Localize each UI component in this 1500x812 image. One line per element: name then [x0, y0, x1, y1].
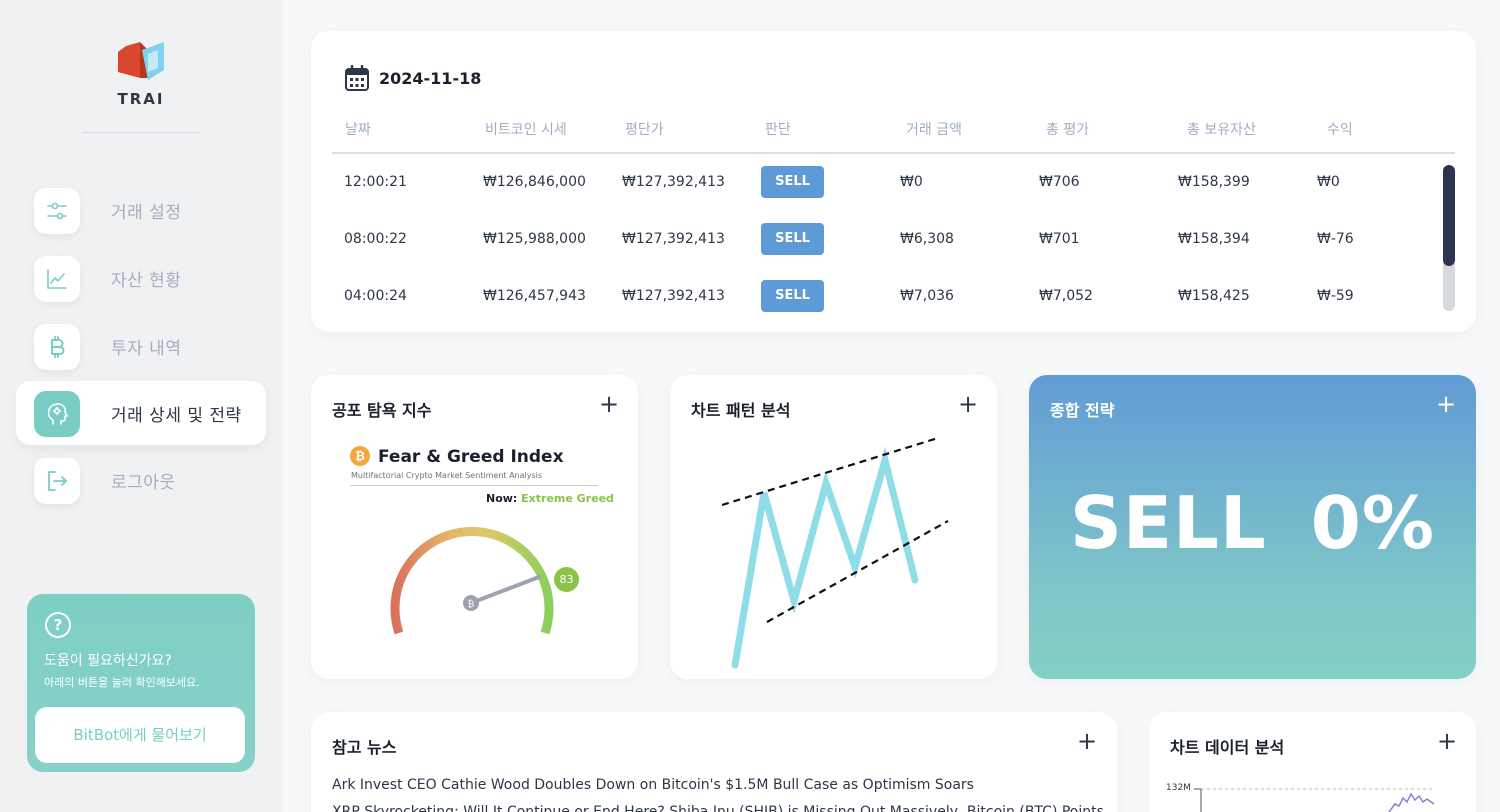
expand-plus-button[interactable]: + [597, 392, 621, 417]
fear-greed-value-badge: 83 [554, 567, 579, 592]
strategy-percent: 0% [1310, 481, 1436, 565]
line-chart-icon [34, 256, 80, 302]
sliders-icon [34, 188, 80, 234]
expand-plus-button[interactable]: + [1434, 392, 1458, 417]
cell-avg-price: ₩127,392,413 [622, 231, 725, 247]
cell-time: 12:00:21 [344, 174, 407, 190]
column-header: 총 평가 [1046, 122, 1090, 138]
card-title: 종합 전략 [1050, 401, 1115, 420]
chart-data-card: 차트 데이터 분석 + 132M [1149, 712, 1476, 812]
sidebar-item-logout[interactable]: 로그아웃 [16, 448, 266, 512]
cell-valuation: ₩706 [1039, 174, 1080, 190]
news-card: 참고 뉴스 + Ark Invest CEO Cathie Wood Doubl… [311, 712, 1117, 812]
column-header: 판단 [765, 122, 791, 138]
chart-pattern-card: 차트 패턴 분석 + [670, 375, 997, 679]
logout-icon [34, 458, 80, 504]
help-card: ? 도움이 필요하신가요? 아래의 버튼을 눌러 확인해보세요. BitBot에… [27, 594, 255, 772]
column-header: 총 보유자산 [1187, 122, 1256, 138]
decision-badge: SELL [761, 280, 824, 312]
help-title: 도움이 필요하신가요? [44, 653, 172, 669]
cell-amount: ₩0 [900, 174, 923, 190]
price-mini-chart [1194, 788, 1435, 812]
brain-head-icon [34, 391, 80, 437]
news-item[interactable]: Ark Invest CEO Cathie Wood Doubles Down … [332, 777, 974, 793]
calendar-icon [345, 65, 369, 91]
sidebar-item-label: 자산 현황 [111, 271, 182, 291]
sidebar-item-label: 투자 내역 [111, 339, 182, 359]
rising-wedge-pattern-diagram [721, 436, 949, 669]
cell-amount: ₩6,308 [900, 231, 954, 247]
sidebar-item-assets[interactable]: 자산 현황 [16, 246, 266, 310]
column-header: 평단가 [625, 122, 664, 138]
sidebar-item-label: 로그아웃 [111, 473, 176, 493]
column-header: 날짜 [345, 122, 371, 138]
expand-plus-button[interactable]: + [1075, 729, 1099, 754]
cell-time: 08:00:22 [344, 231, 407, 247]
table-header-divider [332, 152, 1455, 154]
now-value: Extreme Greed [521, 492, 614, 505]
svg-text:₿: ₿ [468, 599, 475, 610]
cell-valuation: ₩701 [1039, 231, 1080, 247]
cell-assets: ₩158,425 [1178, 288, 1250, 304]
cell-profit: ₩-76 [1317, 231, 1354, 247]
column-header: 거래 금액 [906, 122, 962, 138]
cell-price: ₩126,846,000 [483, 174, 586, 190]
cell-price: ₩125,988,000 [483, 231, 586, 247]
fear-greed-index-subtitle: Multifactorial Crypto Market Sentiment A… [351, 471, 543, 480]
ask-bitbot-button[interactable]: BitBot에게 물어보기 [35, 707, 245, 763]
date-row: 2024-11-18 [345, 65, 481, 91]
sidebar-divider [82, 132, 200, 133]
fear-greed-now: Now: Extreme Greed [486, 492, 614, 505]
cell-time: 04:00:24 [344, 288, 407, 304]
table-scrollbar-thumb[interactable] [1443, 165, 1455, 266]
question-icon: ? [45, 612, 71, 638]
cell-amount: ₩7,036 [900, 288, 954, 304]
cell-avg-price: ₩127,392,413 [622, 174, 725, 190]
cell-profit: ₩0 [1317, 174, 1340, 190]
decision-badge: SELL [761, 166, 824, 198]
cell-valuation: ₩7,052 [1039, 288, 1093, 304]
news-item[interactable]: XRP Skyrocketing: Will It Continue or En… [332, 804, 1104, 812]
strategy-action: SELL [1069, 481, 1267, 565]
fear-greed-gauge: ₿ [390, 527, 554, 635]
column-header: 비트코인 시세 [485, 122, 567, 138]
cell-assets: ₩158,399 [1178, 174, 1250, 190]
trade-history-card: 2024-11-18 날짜 비트코인 시세 평단가 판단 거래 금액 총 평가 … [311, 31, 1476, 332]
strategy-summary: SELL 0% [1029, 481, 1476, 565]
bitcoin-icon [34, 324, 80, 370]
fear-greed-index-title: Fear & Greed Index [378, 447, 564, 467]
selected-date[interactable]: 2024-11-18 [379, 69, 481, 88]
cell-avg-price: ₩127,392,413 [622, 288, 725, 304]
overall-strategy-card: 종합 전략 + SELL 0% [1029, 375, 1476, 679]
cell-price: ₩126,457,943 [483, 288, 586, 304]
sidebar: TRAI 거래 설정 자산 현황 투자 내역 거래 상세 및 전략 로그아웃 ?… [0, 0, 282, 812]
app-name: TRAI [117, 90, 165, 108]
sidebar-item-label: 거래 설정 [111, 203, 182, 223]
decision-badge: SELL [761, 223, 824, 255]
fear-greed-card: 공포 탐욕 지수 + ₿ Fear & Greed Index Multifac… [311, 375, 638, 679]
fear-greed-divider [350, 485, 598, 486]
cell-assets: ₩158,394 [1178, 231, 1250, 247]
now-label: Now: [486, 492, 518, 505]
help-subtitle: 아래의 버튼을 눌러 확인해보세요. [44, 676, 200, 689]
column-header: 수익 [1327, 122, 1353, 138]
card-title: 공포 탐욕 지수 [332, 401, 432, 420]
cell-profit: ₩-59 [1317, 288, 1354, 304]
sidebar-item-trade-settings[interactable]: 거래 설정 [16, 178, 266, 242]
card-title: 참고 뉴스 [332, 738, 397, 757]
sidebar-item-label: 거래 상세 및 전략 [111, 406, 242, 426]
bitcoin-coin-icon: ₿ [350, 446, 370, 466]
trai-logo [118, 42, 164, 80]
sidebar-item-detail-strategy[interactable]: 거래 상세 및 전략 [16, 381, 266, 445]
sidebar-item-history[interactable]: 투자 내역 [16, 314, 266, 378]
